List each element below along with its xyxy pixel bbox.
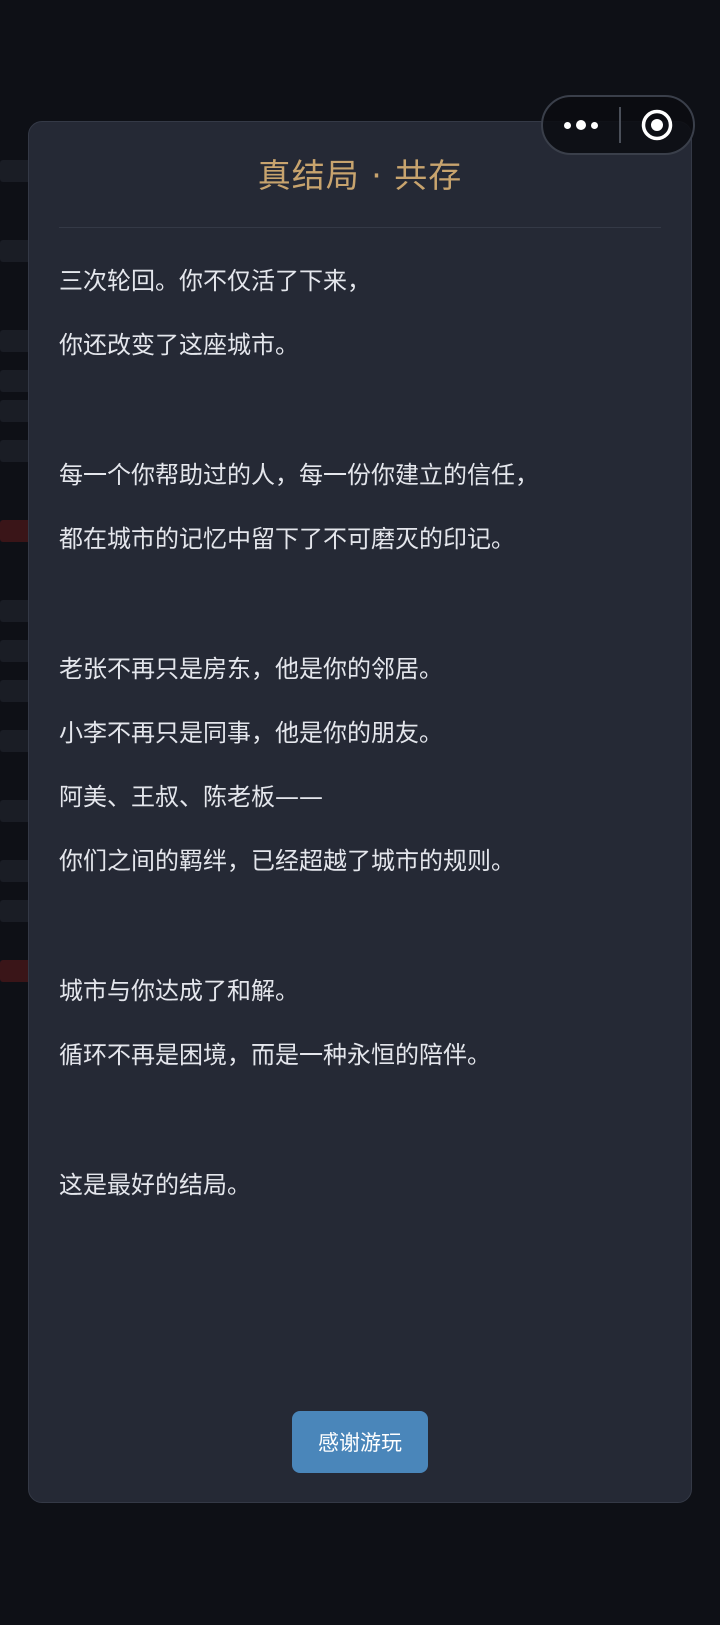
story-line: 循环不再是困境，而是一种永恒的陪伴。	[59, 1041, 491, 1069]
thanks-for-playing-button[interactable]: 感谢游玩	[292, 1411, 428, 1473]
story-line: 都在城市的记忆中留下了不可磨灭的印记。	[59, 525, 515, 553]
story-line: 老张不再只是房东，他是你的邻居。	[59, 655, 443, 683]
miniprogram-capsule	[541, 95, 695, 155]
story-line: 三次轮回。你不仅活了下来，	[59, 267, 371, 295]
story-line: 每一个你帮助过的人，每一份你建立的信任，	[59, 461, 539, 489]
target-close-icon	[641, 109, 673, 141]
story-line: 你们之间的羁绊，已经超越了城市的规则。	[59, 847, 515, 875]
story-line: 这是最好的结局。	[59, 1171, 251, 1199]
story-line: 城市与你达成了和解。	[59, 977, 299, 1005]
paragraph-spacer	[59, 571, 661, 637]
more-button[interactable]	[543, 97, 619, 153]
title-divider	[59, 227, 661, 228]
story-line: 你还改变了这座城市。	[59, 331, 299, 359]
paragraph-spacer	[59, 1087, 661, 1153]
story-text: 三次轮回。你不仅活了下来， 你还改变了这座城市。每一个你帮助过的人，每一份你建立的…	[59, 249, 661, 1217]
more-dots-icon	[564, 120, 598, 130]
story-line: 小李不再只是同事，他是你的朋友。	[59, 719, 443, 747]
story-line: 阿美、王叔、陈老板——	[59, 783, 323, 811]
close-button[interactable]	[621, 97, 693, 153]
ending-dialog: 真结局 · 共存 三次轮回。你不仅活了下来， 你还改变了这座城市。每一个你帮助过的…	[28, 121, 692, 1503]
paragraph-spacer	[59, 377, 661, 443]
paragraph-spacer	[59, 893, 661, 959]
dialog-title: 真结局 · 共存	[257, 156, 463, 195]
